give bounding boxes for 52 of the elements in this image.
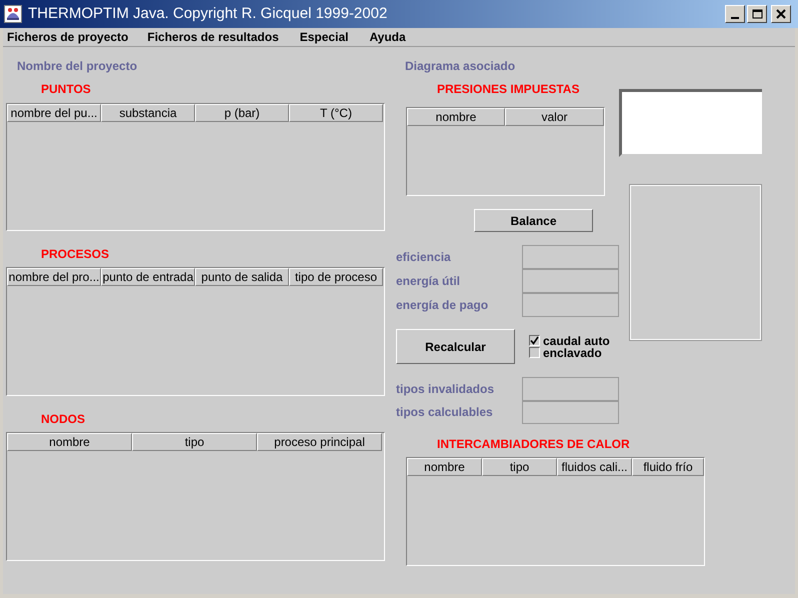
result-field[interactable] [522,293,619,317]
column-header[interactable]: fluido frío [632,458,704,476]
section-heading: PUNTOS [41,82,92,96]
column-header[interactable]: nombre del pu... [7,104,101,122]
minimize-icon [731,16,739,18]
close-icon [776,9,786,19]
checkbox-box[interactable] [529,347,540,358]
diagram-label: Diagrama asociado [405,59,516,73]
type-field[interactable] [522,377,619,400]
column-header[interactable]: fluidos cali... [557,458,632,476]
column-header[interactable]: substancia [101,104,195,122]
result-label: eficiencia [396,249,452,266]
column-header[interactable]: proceso principal [257,433,382,451]
menu-item[interactable]: Ficheros de resultados [147,28,279,46]
menu-item[interactable]: Ayuda [369,28,406,46]
column-header[interactable]: punto de salida [195,268,289,286]
menu-item[interactable]: Ficheros de proyecto [7,28,128,46]
column-header[interactable]: p (bar) [195,104,289,122]
section-heading: NODOS [41,412,86,426]
close-button[interactable] [771,5,791,23]
menu-item[interactable]: Especial [300,28,348,46]
column-header[interactable]: punto de entrada [101,268,195,286]
type-field[interactable] [522,400,619,424]
result-label: energía de pago [396,297,490,314]
result-label: energía útil [396,273,462,290]
window-title: THERMOPTIM Java. Copyright R. Gicquel 1999-2002 [28,4,388,24]
result-field[interactable] [522,269,619,293]
checkbox[interactable]: enclavado [529,346,610,358]
app-icon [4,5,22,23]
minimize-button[interactable] [725,5,745,23]
column-header[interactable]: valor [505,108,604,126]
checkbox-box[interactable] [529,335,540,346]
section-heading: PRESIONES IMPUESTAS [437,82,580,96]
balance-button[interactable]: Balance [474,209,593,232]
column-header[interactable]: tipo [482,458,557,476]
column-header[interactable]: tipo de proceso [289,268,383,286]
maximize-icon [752,9,762,19]
project-name-label: Nombre del proyecto [17,59,138,73]
column-header[interactable]: nombre [407,458,482,476]
maximize-button[interactable] [747,5,767,23]
column-header[interactable]: tipo [132,433,257,451]
section-heading: INTERCAMBIADORES DE CALOR [437,437,631,451]
result-field[interactable] [522,245,619,269]
type-label: tipos invalidados [396,380,496,398]
type-label: tipos calculables [396,404,494,422]
column-header[interactable]: nombre [407,108,505,126]
column-header[interactable]: nombre [7,433,132,451]
column-header[interactable]: nombre del pro... [7,268,101,286]
checkbox[interactable]: caudal auto [529,334,610,346]
recalculate-button[interactable]: Recalcular [396,329,515,364]
section-heading: PROCESOS [41,247,110,261]
column-header[interactable]: T (°C) [289,104,383,122]
